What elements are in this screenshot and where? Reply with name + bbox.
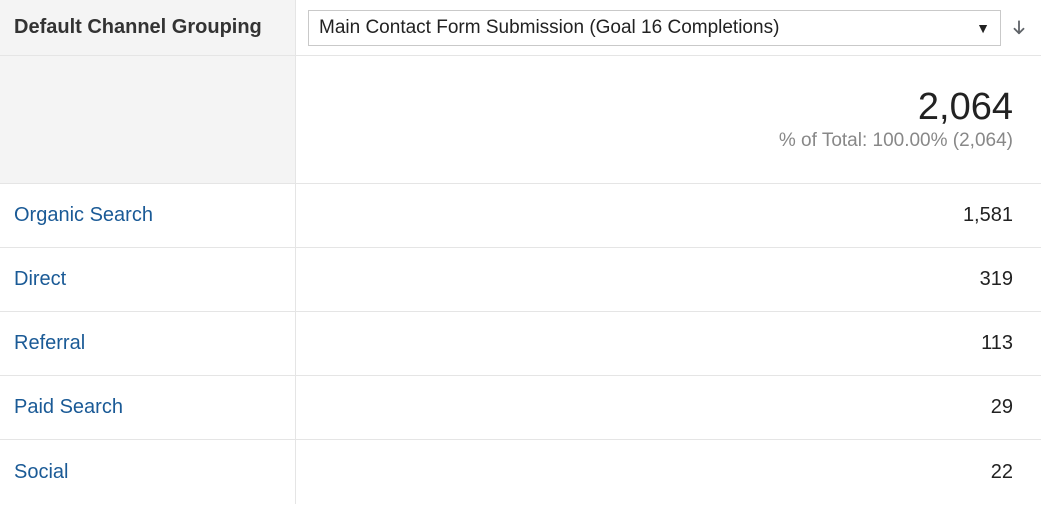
sort-descending-icon[interactable]: [1007, 16, 1031, 40]
row-dimension-cell: Social: [0, 440, 296, 504]
table-body: Organic Search1,581Direct319Referral113P…: [0, 184, 1041, 504]
summary-row: 2,064 % of Total: 100.00% (2,064): [0, 56, 1041, 184]
analytics-table: Default Channel Grouping Main Contact Fo…: [0, 0, 1041, 504]
chevron-down-icon: ▼: [976, 20, 990, 36]
row-metric-cell: 22: [296, 440, 1041, 504]
row-metric-cell: 319: [296, 248, 1041, 311]
dimension-header[interactable]: Default Channel Grouping: [0, 0, 296, 55]
channel-link[interactable]: Organic Search: [14, 204, 153, 227]
channel-link[interactable]: Referral: [14, 332, 85, 355]
channel-link[interactable]: Social: [14, 461, 68, 484]
row-dimension-cell: Referral: [0, 312, 296, 375]
table-row: Social 22: [0, 440, 1041, 504]
row-metric-cell: 29: [296, 376, 1041, 439]
metric-select-value: Main Contact Form Submission (Goal 16 Co…: [319, 17, 779, 39]
table-row: Direct 319: [0, 248, 1041, 312]
dimension-label: Default Channel Grouping: [14, 16, 262, 39]
summary-subtext: % of Total: 100.00% (2,064): [779, 130, 1013, 152]
table-row: Referral 113: [0, 312, 1041, 376]
summary-values: 2,064 % of Total: 100.00% (2,064): [296, 56, 1041, 183]
row-metric-cell: 1,581: [296, 184, 1041, 247]
row-dimension-cell: Organic Search: [0, 184, 296, 247]
table-header-row: Default Channel Grouping Main Contact Fo…: [0, 0, 1041, 56]
table-row: Organic Search 1,581: [0, 184, 1041, 248]
summary-total: 2,064: [918, 87, 1013, 129]
metric-select[interactable]: Main Contact Form Submission (Goal 16 Co…: [308, 10, 1001, 46]
row-dimension-cell: Paid Search: [0, 376, 296, 439]
row-metric-cell: 113: [296, 312, 1041, 375]
table-row: Paid Search 29: [0, 376, 1041, 440]
channel-link[interactable]: Direct: [14, 268, 66, 291]
summary-spacer: [0, 56, 296, 183]
metric-header: Main Contact Form Submission (Goal 16 Co…: [296, 0, 1041, 55]
row-dimension-cell: Direct: [0, 248, 296, 311]
channel-link[interactable]: Paid Search: [14, 396, 123, 419]
